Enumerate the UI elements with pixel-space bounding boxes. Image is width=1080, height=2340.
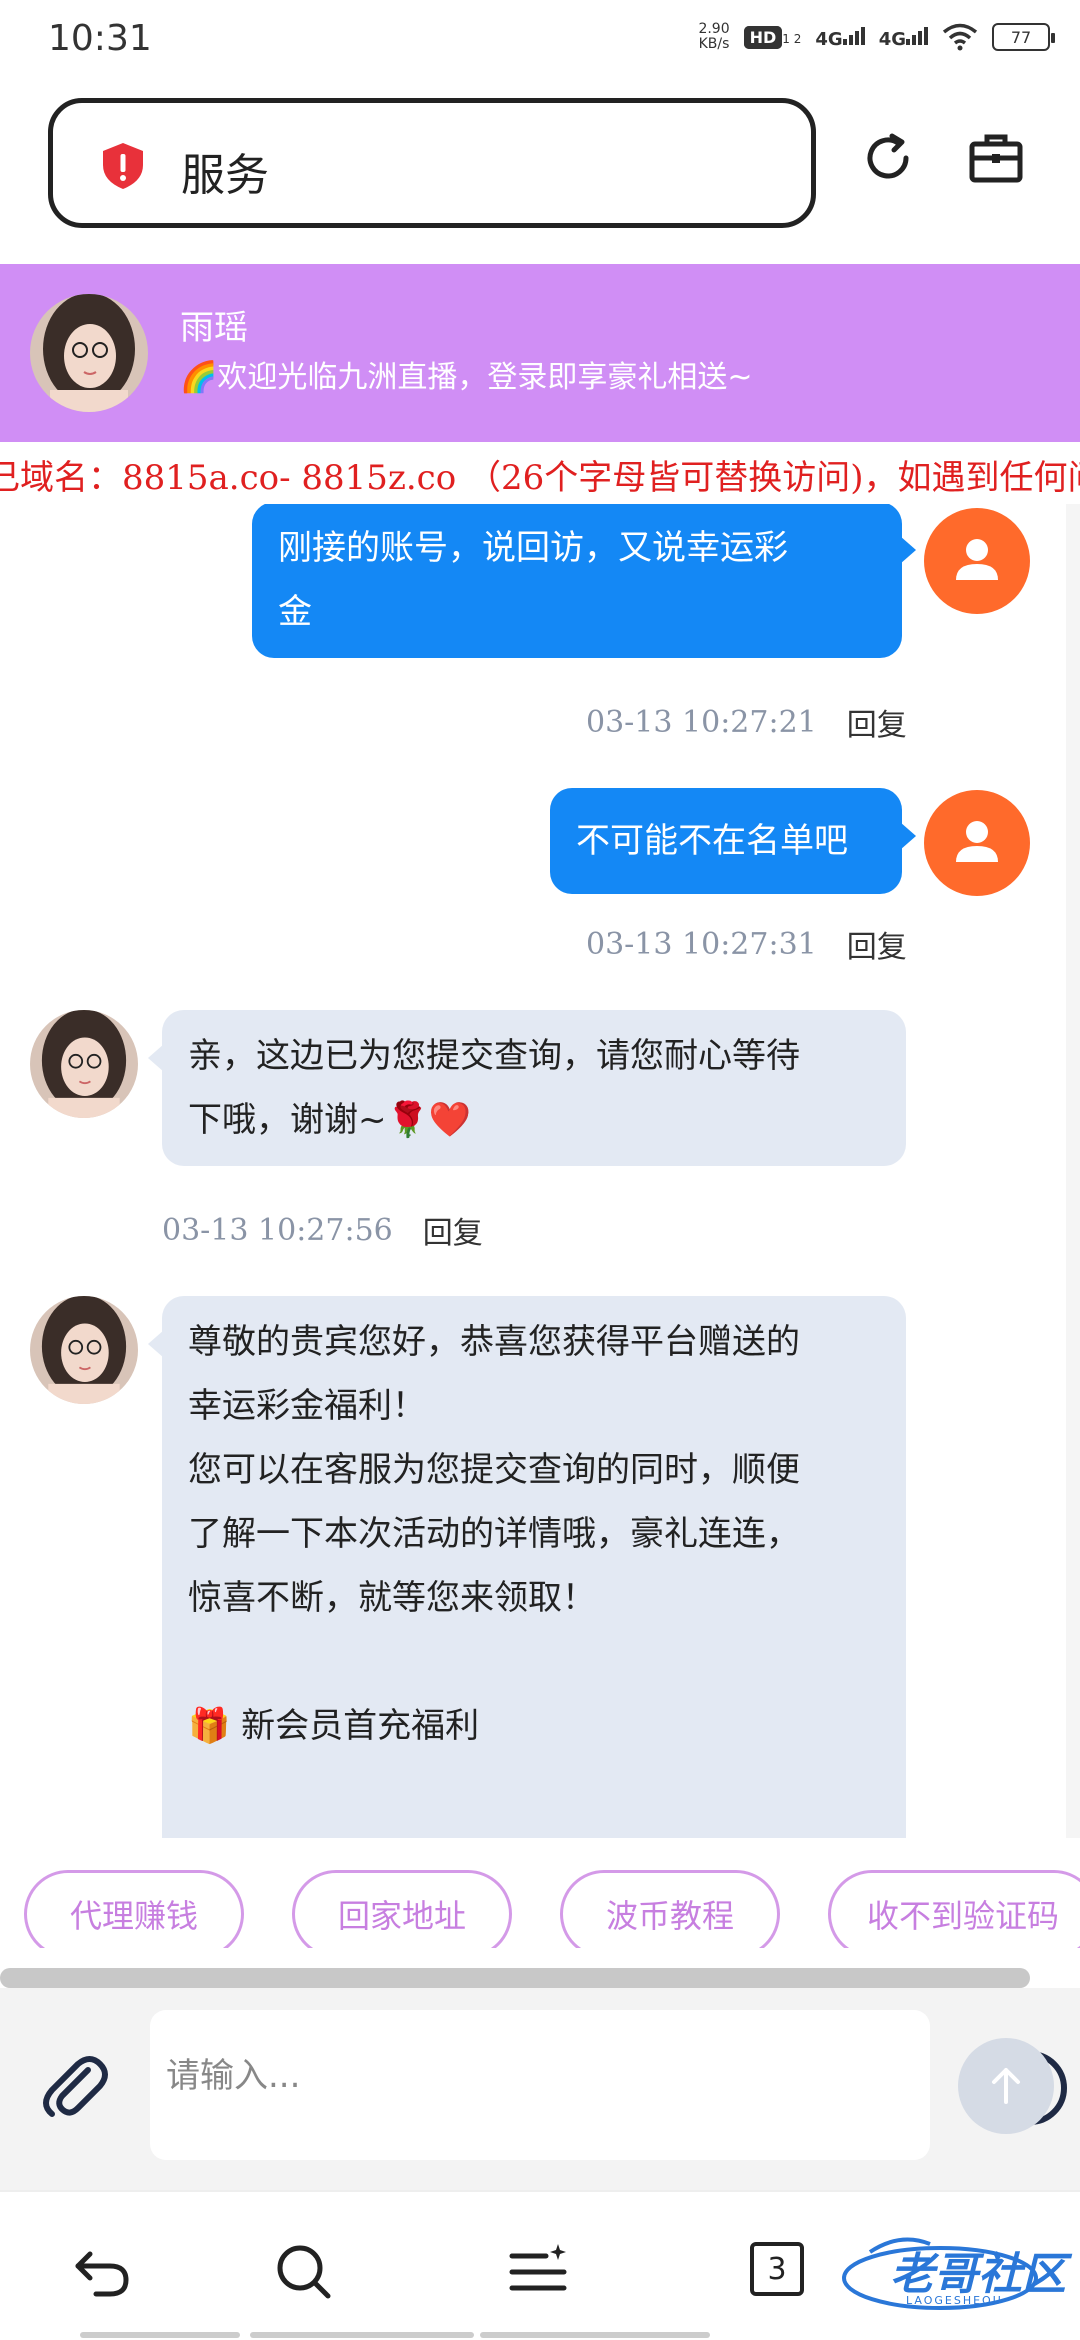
agent-name: 雨瑶 [180,308,248,348]
hd-icon: HD 1 2 [743,25,801,49]
url-bar[interactable]: 服务 [48,98,816,228]
tabs-button[interactable]: 3 [750,2242,804,2296]
message-timestamp: 03-13 10:27:21 [586,704,817,740]
gesture-bar [80,2332,240,2338]
message-input[interactable]: 请输入... [150,2010,1067,2160]
reply-button[interactable]: 回复 [847,700,907,744]
agent-avatar [30,294,148,412]
toolbox-icon[interactable] [966,128,1026,188]
quick-reply-chip[interactable]: 收不到验证码 [828,1870,1080,1948]
input-placeholder: 请输入... [166,2056,301,2096]
quick-reply-chip[interactable]: 回家地址 [292,1870,512,1948]
signal-4g-icon: 4G [815,25,865,50]
user-avatar [924,508,1030,614]
gesture-bar [480,2332,710,2338]
arrow-up-icon [992,2068,1020,2104]
chat-header: 雨瑶 🌈欢迎光临九洲直播，登录即享豪礼相送~ [0,264,1080,442]
status-time: 10:31 [48,18,152,59]
message-timestamp: 03-13 10:27:56 [162,1212,393,1248]
browser-toolbar: 服务 [0,84,1080,264]
quick-reply-chip[interactable]: 代理赚钱 [24,1870,244,1948]
paperclip-icon[interactable] [36,2048,112,2124]
gesture-bar [250,2332,474,2338]
signal-4g-icon: 4G [879,25,928,50]
quick-reply-chip[interactable]: 波币教程 [560,1870,780,1948]
watermark-logo: 老哥社区 LAOGESHEQU [840,2232,1066,2318]
message-meta: 03-13 10:27:21 回复 [586,700,907,744]
message-meta: 03-13 10:27:31 回复 [586,922,907,966]
network-speed: 2.90 KB/s [698,21,730,52]
reply-button[interactable]: 回复 [847,922,907,966]
browser-bottom-nav: 3 老哥社区 LAOGESHEQU [0,2190,1080,2340]
user-avatar [924,790,1030,896]
incoming-message: 亲，这边已为您提交查询，请您耐心等待 下哦，谢谢~🌹❤️ [148,1010,906,1166]
send-button[interactable] [958,2038,1054,2134]
incoming-message: 尊敬的贵宾您好，恭喜您获得平台赠送的 幸运彩金福利！ 您可以在客服为您提交查询的… [148,1296,906,1838]
quick-reply-bar: 代理赚钱 回家地址 波币教程 收不到验证码 [0,1838,1080,1948]
message-meta: 03-13 10:27:56 回复 [162,1208,483,1252]
outgoing-message: 不可能不在名单吧 [550,788,916,894]
domain-marquee: 己域名：8815a.co- 8815z.co （26个字母皆可替换访问)，如遇到… [0,442,1080,504]
wifi-icon [942,23,978,51]
composer: 请输入... [0,1988,1080,2190]
message-list[interactable]: 刚接的账号，说回访，又说幸运彩 金 03-13 10:27:21 回复 不可能不… [0,504,1080,1838]
menu-icon[interactable] [506,2240,570,2304]
welcome-text: 🌈欢迎光临九洲直播，登录即享豪礼相送~ [180,360,753,395]
shield-icon [103,143,143,189]
reply-button[interactable]: 回复 [423,1208,483,1252]
marquee-text: 己域名：8815a.co- 8815z.co （26个字母皆可替换访问)，如遇到… [0,458,1080,498]
agent-avatar [30,1296,138,1404]
horizontal-scrollbar[interactable] [0,1968,1030,1988]
agent-avatar [30,1010,138,1118]
scrollbar-thumb[interactable] [1068,1498,1080,1648]
search-icon[interactable] [272,2240,336,2304]
url-title: 服务 [181,150,269,201]
outgoing-message: 刚接的账号，说回访，又说幸运彩 金 [252,504,916,658]
message-timestamp: 03-13 10:27:31 [586,926,817,962]
back-icon[interactable] [70,2240,134,2304]
battery-icon: 77 [992,23,1055,51]
reload-icon[interactable] [858,128,918,188]
status-bar: 10:31 2.90 KB/s HD 1 2 4G 4G 77 [0,0,1080,84]
status-icons: 2.90 KB/s HD 1 2 4G 4G 77 [698,21,1055,52]
